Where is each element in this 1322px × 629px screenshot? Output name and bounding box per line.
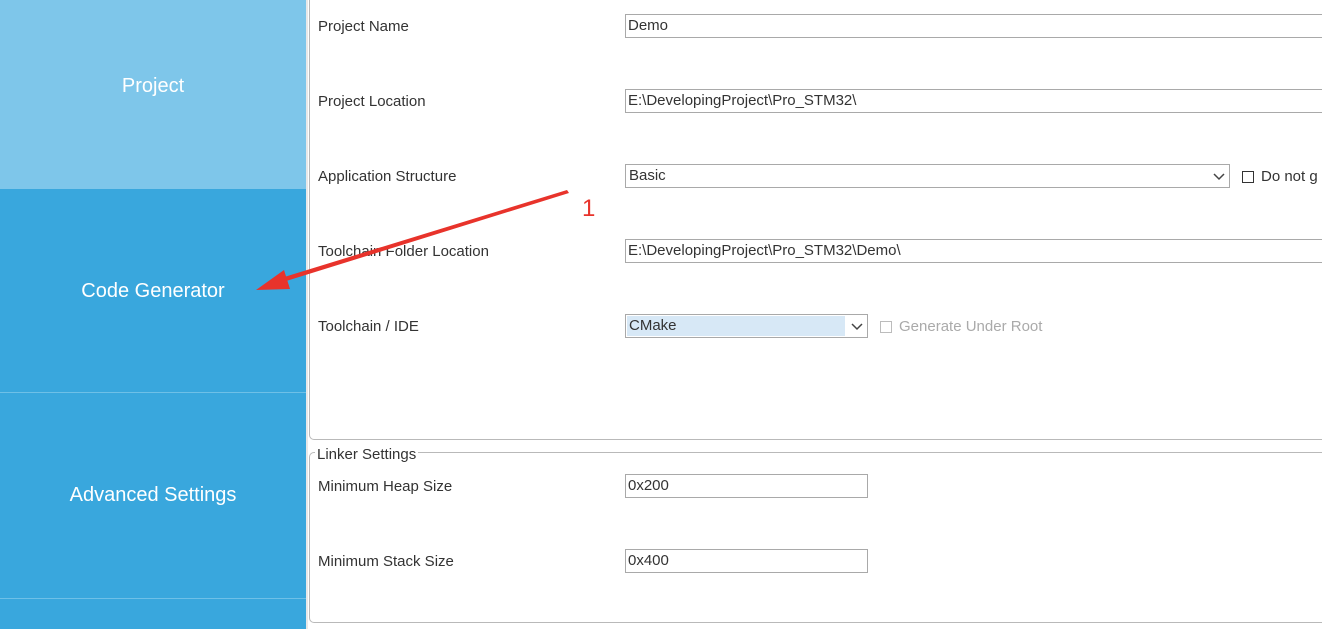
toolchain-ide-value: CMake xyxy=(629,317,677,334)
chevron-down-icon xyxy=(851,323,863,331)
toolchain-folder-location-input[interactable]: E:\DevelopingProject\Pro_STM32\Demo\ xyxy=(625,239,1322,263)
minimum-heap-size-input[interactable]: 0x200 xyxy=(625,474,868,498)
toolchain-ide-label: Toolchain / IDE xyxy=(318,318,419,335)
minimum-heap-size-label: Minimum Heap Size xyxy=(318,478,453,495)
do-not-generate-checkbox[interactable]: Do not g xyxy=(1242,168,1318,185)
do-not-generate-label: Do not g xyxy=(1261,168,1318,185)
project-name-label: Project Name xyxy=(318,18,409,35)
minimum-stack-size-input[interactable]: 0x400 xyxy=(625,549,868,573)
sidebar-item-project[interactable]: Project xyxy=(0,0,306,189)
project-location-input[interactable]: E:\DevelopingProject\Pro_STM32\ xyxy=(625,89,1322,113)
project-settings-group xyxy=(309,0,1322,440)
sidebar-item-more[interactable] xyxy=(0,599,306,629)
minimum-stack-size-label: Minimum Stack Size xyxy=(318,553,454,570)
generate-under-root-checkbox[interactable]: Generate Under Root xyxy=(880,318,1042,335)
application-structure-label: Application Structure xyxy=(318,168,457,185)
sidebar-item-label: Advanced Settings xyxy=(69,484,237,506)
toolchain-folder-location-label: Toolchain Folder Location xyxy=(318,243,489,260)
application-structure-value: Basic xyxy=(629,167,666,184)
annotation-number: 1 xyxy=(582,195,596,222)
project-name-input[interactable]: Demo xyxy=(625,14,1322,38)
content-divider xyxy=(306,0,308,629)
sidebar-item-label: Project xyxy=(121,75,185,97)
generate-under-root-label: Generate Under Root xyxy=(899,318,1043,335)
chevron-down-icon xyxy=(1213,173,1225,181)
sidebar-item-advanced-settings[interactable]: Advanced Settings xyxy=(0,393,306,599)
checkbox-box[interactable] xyxy=(1242,170,1254,183)
toolchain-ide-select[interactable]: CMake xyxy=(625,314,868,338)
sidebar: Project Code Generator Advanced Settings xyxy=(0,0,306,629)
application-structure-select[interactable]: Basic xyxy=(625,164,1230,188)
project-location-label: Project Location xyxy=(318,93,426,110)
sidebar-item-code-generator[interactable]: Code Generator xyxy=(0,189,306,393)
linker-settings-title: Linker Settings xyxy=(315,446,419,463)
checkbox-box[interactable] xyxy=(880,320,892,333)
stm32cubemx-project-manager: Project Code Generator Advanced Settings… xyxy=(0,0,1322,629)
sidebar-item-label: Code Generator xyxy=(81,280,225,302)
